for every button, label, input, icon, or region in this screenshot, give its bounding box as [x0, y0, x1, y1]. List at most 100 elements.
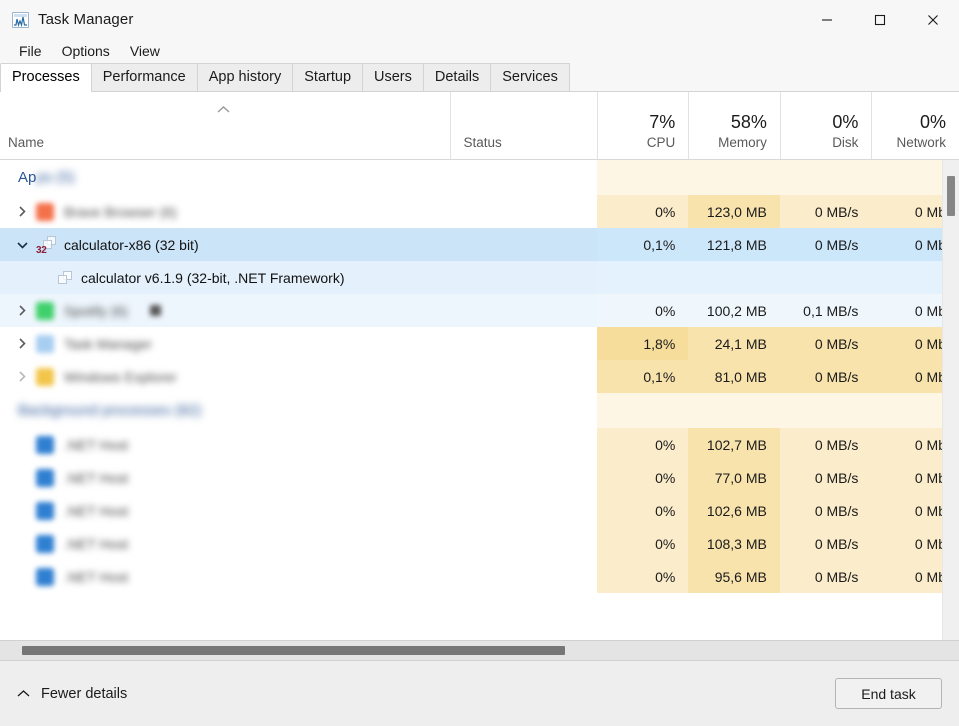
horizontal-scrollbar[interactable]	[0, 640, 959, 660]
cell-cpu: 0%	[596, 527, 689, 560]
menu-file[interactable]: File	[10, 41, 51, 61]
table-row[interactable]: .NET Host 0% 102,7 MB 0 MB/s 0 Mb	[0, 428, 959, 461]
task-manager-icon	[12, 11, 29, 28]
table-row[interactable]: .NET Host 0% 95,6 MB 0 MB/s 0 Mb	[0, 560, 959, 593]
cell-name: Apps (5)	[0, 160, 450, 195]
cell-cpu	[596, 393, 689, 428]
tab-details[interactable]: Details	[422, 63, 492, 92]
chevron-right-icon[interactable]	[8, 338, 36, 349]
column-header-network[interactable]: 0% Network	[871, 92, 959, 159]
cascade-icon	[58, 271, 72, 284]
process-group-header[interactable]: Background processes (82)	[0, 393, 959, 428]
tab-services[interactable]: Services	[490, 63, 570, 92]
vertical-scrollbar-thumb[interactable]	[947, 176, 955, 216]
cell-status	[449, 360, 597, 393]
cell-status	[449, 294, 597, 327]
fewer-details-label: Fewer details	[41, 685, 128, 702]
table-row[interactable]: .NET Host 0% 77,0 MB 0 MB/s 0 Mb	[0, 461, 959, 494]
vertical-scrollbar[interactable]	[942, 160, 959, 640]
fewer-details-button[interactable]: Fewer details	[16, 685, 127, 703]
cell-status	[449, 261, 597, 294]
cpu-value: 1,8%	[643, 335, 676, 352]
chevron-down-icon[interactable]	[8, 241, 36, 249]
maximize-button[interactable]	[853, 0, 906, 39]
disk-value: 0 MB/s	[814, 502, 859, 519]
column-header-cpu[interactable]: 7% CPU	[596, 92, 689, 159]
memory-value: 108,3 MB	[706, 535, 767, 552]
menu-view[interactable]: View	[121, 41, 169, 61]
process-icon	[36, 435, 54, 454]
process-name: Spotify (6)	[64, 302, 128, 319]
cell-cpu: 0,1%	[596, 228, 689, 261]
title-bar: Task Manager	[0, 0, 959, 39]
end-task-button[interactable]: End task	[835, 678, 942, 709]
sort-ascending-icon	[216, 101, 231, 119]
disk-value: 0 MB/s	[814, 368, 859, 385]
table-row[interactable]: 32 calculator-x86 (32 bit) 0,1% 121,8 MB 0 M…	[0, 228, 959, 261]
calculator-32bit-icon: 32	[36, 235, 56, 256]
app-icon	[36, 202, 54, 221]
cell-cpu	[596, 160, 689, 195]
minimize-button[interactable]	[800, 0, 853, 39]
column-header-memory-label: Memory	[718, 135, 767, 150]
cell-disk	[779, 393, 872, 428]
cell-status	[449, 494, 597, 527]
table-row[interactable]: Spotify (6) 0% 100,2 MB 0,1 MB/s 0 Mb	[0, 294, 959, 327]
table-row[interactable]: Windows Explorer 0,1% 81,0 MB 0 MB/s 0 Mb	[0, 360, 959, 393]
group-title-blurred: ps (5)	[36, 169, 75, 186]
window-title: Task Manager	[38, 11, 134, 28]
cell-cpu: 0%	[596, 560, 689, 593]
chevron-right-icon[interactable]	[8, 206, 36, 217]
cpu-total-percent: 7%	[649, 112, 676, 132]
column-header-disk[interactable]: 0% Disk	[779, 92, 872, 159]
cell-disk	[779, 160, 872, 195]
tab-users[interactable]: Users	[362, 63, 424, 92]
chevron-right-icon[interactable]	[8, 305, 36, 316]
tab-performance[interactable]: Performance	[90, 63, 198, 92]
cell-name: .NET Host	[0, 461, 450, 494]
cpu-value: 0%	[655, 535, 676, 552]
column-header-status-label: Status	[463, 135, 502, 150]
app-icon	[36, 334, 54, 353]
menu-bar: File Options View	[0, 39, 959, 63]
memory-value: 81,0 MB	[714, 368, 767, 385]
cell-disk: 0 MB/s	[779, 527, 872, 560]
cell-disk: 0 MB/s	[779, 327, 872, 360]
app-icon	[36, 301, 54, 320]
cell-name: Brave Browser (6)	[0, 195, 450, 228]
close-button[interactable]	[906, 0, 959, 39]
disk-value: 0,1 MB/s	[803, 302, 859, 319]
column-headers: Name Status 7% CPU 58% Memory 0% Disk 0%…	[0, 92, 959, 160]
horizontal-scrollbar-thumb[interactable]	[22, 646, 565, 655]
cell-cpu: 1,8%	[596, 327, 689, 360]
memory-value: 24,1 MB	[714, 335, 767, 352]
column-header-status[interactable]: Status	[449, 92, 597, 159]
table-row[interactable]: .NET Host 0% 102,6 MB 0 MB/s 0 Mb	[0, 494, 959, 527]
process-group-header[interactable]: Apps (5)	[0, 160, 959, 195]
table-row[interactable]: Task Manager 1,8% 24,1 MB 0 MB/s 0 Mb	[0, 327, 959, 360]
tab-strip: Processes Performance App history Startup Us…	[0, 63, 959, 93]
table-row[interactable]: Brave Browser (6) 0% 123,0 MB 0 MB/s 0 Mb	[0, 195, 959, 228]
tab-app-history[interactable]: App history	[196, 63, 294, 92]
tab-startup[interactable]: Startup	[292, 63, 364, 92]
table-row[interactable]: calculator v6.1.9 (32-bit, .NET Framewor…	[0, 261, 959, 294]
cell-memory: 123,0 MB	[688, 195, 780, 228]
menu-options[interactable]: Options	[53, 41, 119, 61]
cell-status	[449, 195, 597, 228]
cell-disk: 0 MB/s	[779, 228, 872, 261]
column-header-name[interactable]: Name	[0, 92, 450, 159]
disk-value: 0 MB/s	[814, 436, 859, 453]
chevron-right-icon[interactable]	[8, 371, 36, 382]
tab-processes[interactable]: Processes	[0, 63, 92, 93]
cell-name: .NET Host	[0, 560, 450, 593]
memory-total-percent: 58%	[730, 112, 767, 132]
column-header-name-label: Name	[8, 135, 45, 150]
column-header-memory[interactable]: 58% Memory	[688, 92, 780, 159]
cell-cpu: 0%	[596, 428, 689, 461]
network-total-percent: 0%	[920, 112, 947, 132]
process-name: .NET Host	[64, 502, 129, 519]
cell-memory: 100,2 MB	[688, 294, 780, 327]
table-row[interactable]: .NET Host 0% 108,3 MB 0 MB/s 0 Mb	[0, 527, 959, 560]
cell-disk: 0 MB/s	[779, 360, 872, 393]
process-name: Task Manager	[64, 335, 152, 352]
